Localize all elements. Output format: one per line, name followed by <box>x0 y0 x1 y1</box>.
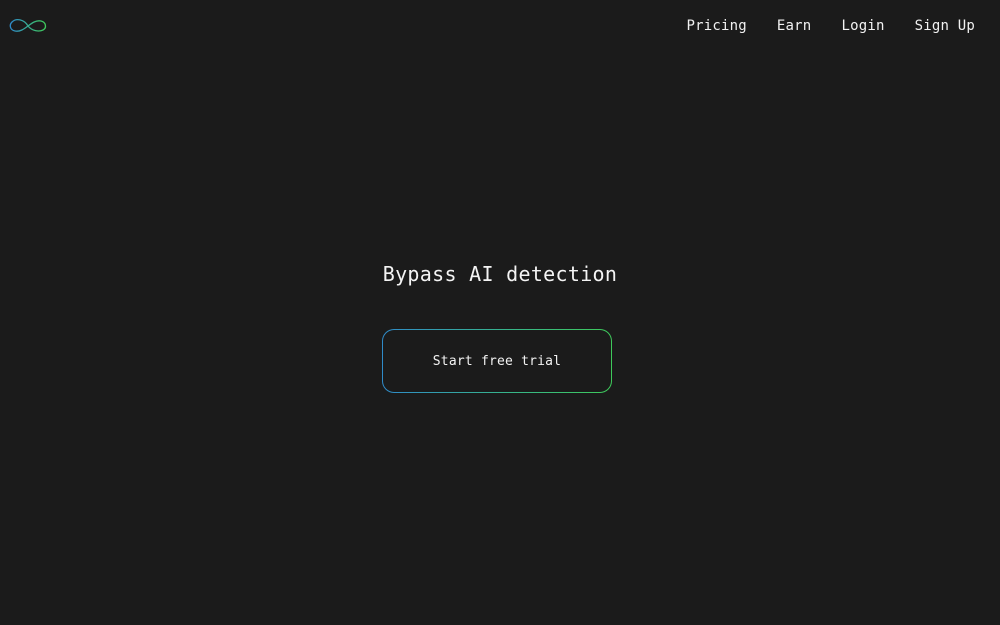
infinity-icon <box>8 15 48 37</box>
nav-earn-link[interactable]: Earn <box>777 17 812 35</box>
nav-signup-link[interactable]: Sign Up <box>915 17 975 35</box>
nav-pricing-link[interactable]: Pricing <box>687 17 747 35</box>
nav-login-link[interactable]: Login <box>841 17 884 35</box>
hero-title: Bypass AI detection <box>382 262 618 286</box>
top-nav: Pricing Earn Login Sign Up <box>687 17 975 35</box>
logo-link[interactable] <box>8 15 48 37</box>
start-free-trial-label: Start free trial <box>383 330 611 392</box>
start-free-trial-button[interactable]: Start free trial <box>382 329 612 393</box>
